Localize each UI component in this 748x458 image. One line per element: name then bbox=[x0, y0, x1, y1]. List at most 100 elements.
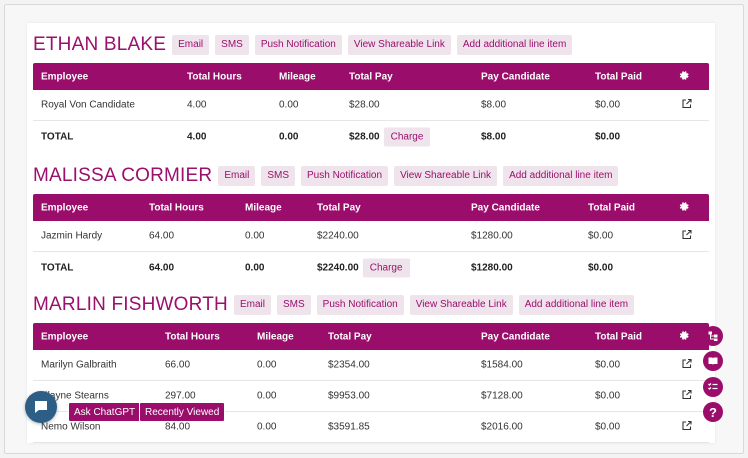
open-external-icon[interactable] bbox=[681, 98, 693, 113]
push-notification-button[interactable]: Push Notification bbox=[301, 166, 389, 186]
cell-mileage: 0.00 bbox=[257, 421, 277, 433]
client-name: MALISSA CORMIER bbox=[33, 165, 213, 186]
cell-employee: Royal Von Candidate bbox=[41, 99, 135, 111]
total-paid: $0.00 bbox=[595, 131, 621, 142]
view-shareable-link-button[interactable]: View Shareable Link bbox=[409, 295, 513, 315]
cell-paid: $0.00 bbox=[595, 99, 621, 111]
cell-pay: $3591.85 bbox=[328, 421, 370, 433]
cell-hours: 64.00 bbox=[149, 230, 175, 242]
table-header: Employee Total Hours Mileage Total Pay P… bbox=[33, 194, 709, 221]
cell-mileage: 0.00 bbox=[257, 390, 277, 402]
open-external-icon[interactable] bbox=[681, 358, 693, 373]
col-total-pay: Total Pay bbox=[349, 71, 393, 82]
client-name: ETHAN BLAKE bbox=[33, 34, 167, 55]
cell-employee: Nemo Wilson bbox=[41, 421, 101, 433]
col-total-hours: Total Hours bbox=[149, 202, 204, 213]
charge-button[interactable]: Charge bbox=[383, 127, 431, 146]
table-header: Employee Total Hours Mileage Total Pay P… bbox=[33, 323, 709, 350]
cell-paid: $0.00 bbox=[595, 421, 621, 433]
cell-paid: $0.00 bbox=[595, 390, 621, 402]
col-pay-candidate: Pay Candidate bbox=[481, 331, 550, 342]
push-notification-button[interactable]: Push Notification bbox=[316, 295, 404, 315]
col-employee: Employee bbox=[41, 71, 89, 82]
col-mileage: Mileage bbox=[279, 71, 316, 82]
email-button[interactable]: Email bbox=[233, 295, 271, 315]
cell-pay-candidate: $1280.00 bbox=[471, 230, 513, 242]
cell-mileage: 0.00 bbox=[245, 230, 265, 242]
total-row: TOTAL 64.00 0.00 $2240.00 Charge $1280.00… bbox=[33, 252, 709, 283]
client-name: MARLIN FISHWORTH bbox=[33, 294, 228, 315]
total-label: TOTAL bbox=[41, 131, 74, 142]
total-mileage: 0.00 bbox=[245, 262, 265, 273]
chat-bubble-icon[interactable] bbox=[25, 391, 57, 423]
cell-hours: 4.00 bbox=[187, 99, 207, 111]
total-pay-candidate: $8.00 bbox=[481, 131, 507, 142]
section-header: MARLIN FISHWORTH Email SMS Push Notifica… bbox=[33, 293, 709, 317]
cell-employee: Marilyn Galbraith bbox=[41, 359, 117, 371]
charge-button[interactable]: Charge bbox=[362, 258, 410, 277]
sms-button[interactable]: SMS bbox=[215, 35, 249, 55]
cell-pay-candidate: $2016.00 bbox=[481, 421, 523, 433]
total-mileage: 0.00 bbox=[279, 131, 299, 142]
total-pay: $28.00 bbox=[349, 131, 380, 142]
col-mileage: Mileage bbox=[257, 331, 294, 342]
col-total-paid: Total Paid bbox=[588, 202, 636, 213]
app-frame: ETHAN BLAKE Email SMS Push Notification … bbox=[4, 4, 744, 454]
recently-viewed-button[interactable]: Recently Viewed bbox=[139, 402, 226, 422]
col-total-paid: Total Paid bbox=[595, 71, 643, 82]
sms-button[interactable]: SMS bbox=[261, 166, 296, 186]
cell-pay: $28.00 bbox=[349, 99, 380, 111]
cell-hours: 297.00 bbox=[165, 390, 196, 402]
total-pay-cell: $2240.00 Charge bbox=[317, 258, 410, 277]
add-line-item-button[interactable]: Add additional line item bbox=[503, 166, 619, 186]
col-total-hours: Total Hours bbox=[165, 331, 220, 342]
email-button[interactable]: Email bbox=[172, 35, 210, 55]
open-external-icon[interactable] bbox=[681, 420, 693, 435]
cell-pay: $2354.00 bbox=[328, 359, 370, 371]
col-pay-candidate: Pay Candidate bbox=[481, 71, 550, 82]
ask-chatgpt-button[interactable]: Ask ChatGPT bbox=[68, 402, 142, 422]
col-total-hours: Total Hours bbox=[187, 71, 242, 82]
total-pay-candidate: $1280.00 bbox=[471, 262, 513, 273]
client-section-malissa-cormier: MALISSA CORMIER Email SMS Push Notificat… bbox=[33, 164, 709, 283]
view-shareable-link-button[interactable]: View Shareable Link bbox=[394, 166, 498, 186]
add-line-item-button[interactable]: Add additional line item bbox=[456, 35, 573, 55]
total-hours: 4.00 bbox=[187, 131, 207, 142]
add-line-item-button[interactable]: Add additional line item bbox=[518, 295, 635, 315]
cell-pay-candidate: $7128.00 bbox=[481, 390, 523, 402]
col-pay-candidate: Pay Candidate bbox=[471, 202, 540, 213]
table-header: Employee Total Hours Mileage Total Pay P… bbox=[33, 63, 709, 90]
email-button[interactable]: Email bbox=[218, 166, 256, 186]
total-hours: 64.00 bbox=[149, 262, 175, 273]
cell-employee: Jazmin Hardy bbox=[41, 230, 103, 242]
client-section-ethan-blake: ETHAN BLAKE Email SMS Push Notification … bbox=[33, 33, 709, 152]
open-external-icon[interactable] bbox=[681, 389, 693, 404]
col-employee: Employee bbox=[41, 202, 89, 213]
sms-button[interactable]: SMS bbox=[276, 295, 311, 315]
total-label: TOTAL bbox=[41, 262, 74, 273]
push-notification-button[interactable]: Push Notification bbox=[254, 35, 342, 55]
cell-paid: $0.00 bbox=[595, 359, 621, 371]
table-row: Royal Von Candidate 4.00 0.00 $28.00 $8.… bbox=[33, 90, 709, 121]
book-icon[interactable] bbox=[703, 351, 723, 371]
settings-gear-icon[interactable] bbox=[678, 69, 690, 84]
col-total-pay: Total Pay bbox=[317, 202, 361, 213]
total-row: TOTAL 4.00 0.00 $28.00 Charge $8.00 $0.00 bbox=[33, 121, 709, 152]
cell-pay: $2240.00 bbox=[317, 230, 359, 242]
cell-pay-candidate: $1584.00 bbox=[481, 359, 523, 371]
filter-tree-icon[interactable] bbox=[703, 326, 723, 346]
col-total-pay: Total Pay bbox=[328, 331, 372, 342]
table-row: Marilyn Galbraith 66.00 0.00 $2354.00 $1… bbox=[33, 350, 709, 381]
help-icon[interactable]: ? bbox=[703, 402, 723, 422]
settings-gear-icon[interactable] bbox=[678, 329, 690, 344]
cell-paid: $0.00 bbox=[588, 230, 614, 242]
col-mileage: Mileage bbox=[245, 202, 282, 213]
view-shareable-link-button[interactable]: View Shareable Link bbox=[347, 35, 451, 55]
cell-mileage: 0.00 bbox=[257, 359, 277, 371]
total-paid: $0.00 bbox=[588, 262, 614, 273]
open-external-icon[interactable] bbox=[681, 229, 693, 244]
checklist-icon[interactable] bbox=[703, 377, 723, 397]
settings-gear-icon[interactable] bbox=[678, 200, 690, 215]
section-header: ETHAN BLAKE Email SMS Push Notification … bbox=[33, 33, 709, 57]
cell-pay: $9953.00 bbox=[328, 390, 370, 402]
